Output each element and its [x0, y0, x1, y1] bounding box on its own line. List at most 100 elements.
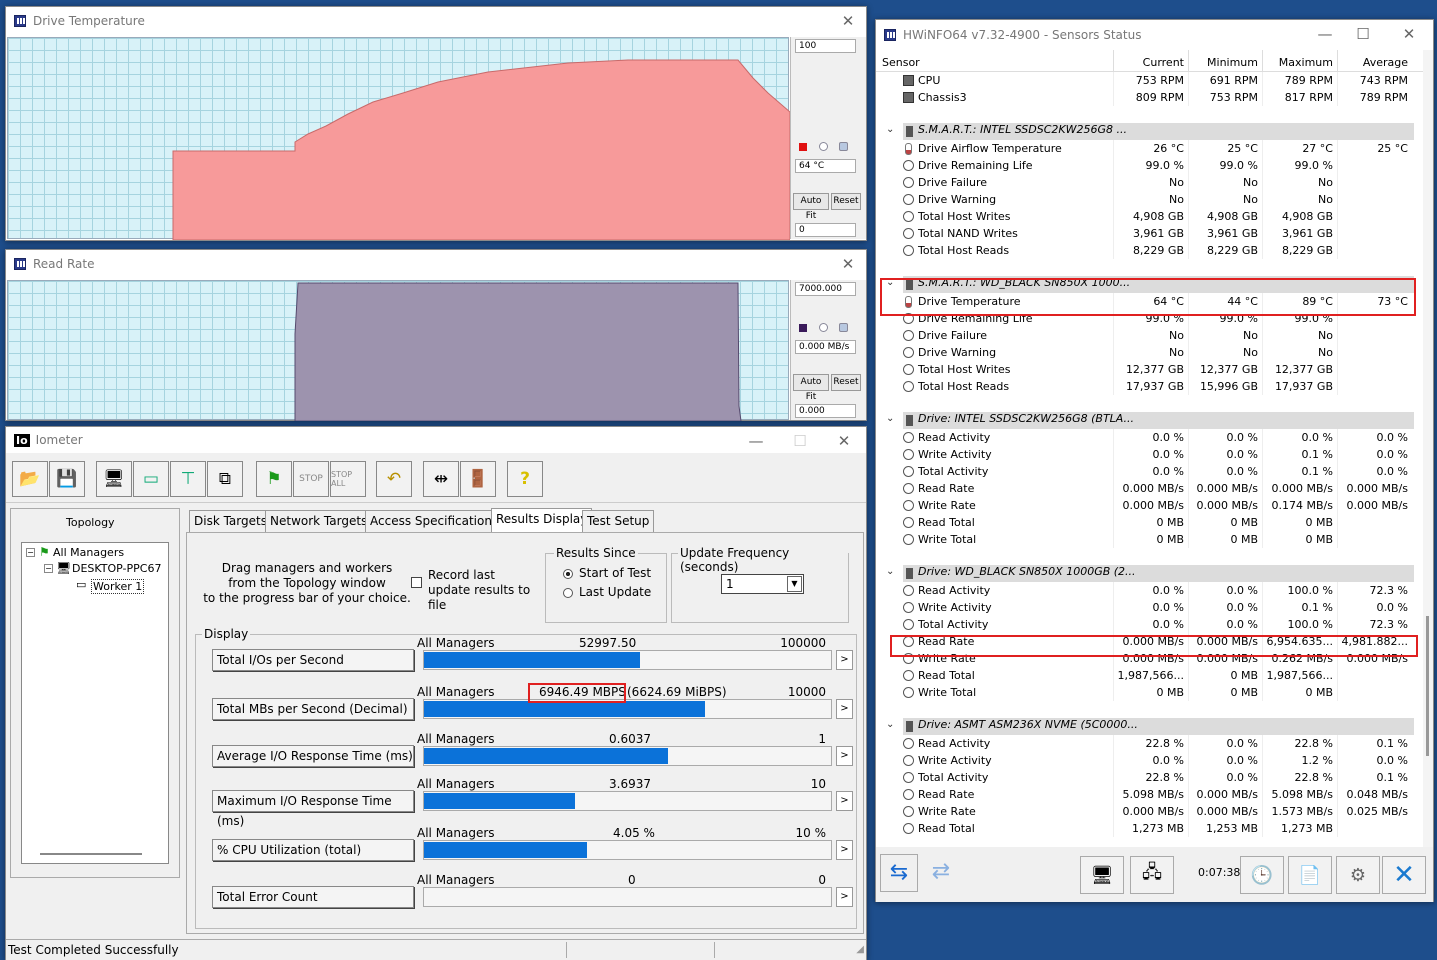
clock-icon[interactable]: 🕒 — [1240, 856, 1284, 894]
sensor-row[interactable]: Drive Warning No No No — [876, 344, 1423, 361]
tab-test-setup[interactable]: Test Setup — [582, 510, 655, 532]
column-maximum[interactable]: Maximum — [1261, 56, 1333, 69]
exit-icon[interactable]: 🚪 — [460, 461, 496, 497]
metric-bar[interactable] — [423, 699, 832, 719]
metric-bar[interactable] — [423, 840, 832, 860]
chevron-right-icon[interactable]: > — [836, 746, 853, 766]
sensor-row[interactable]: Read Activity 0.0 % 0.0 % 0.0 % 0.0 % — [876, 429, 1423, 446]
column-average[interactable]: Average — [1336, 56, 1408, 69]
close-icon[interactable]: ✕ — [1382, 856, 1426, 894]
sensor-row[interactable]: Total Host Reads 8,229 GB 8,229 GB 8,229 GB — [876, 242, 1423, 259]
chevron-down-icon[interactable]: ⌄ — [886, 566, 894, 577]
column-sensor[interactable]: Sensor — [882, 56, 920, 69]
maximize-button[interactable]: ☐ — [788, 429, 812, 453]
sensor-row[interactable]: Drive Warning No No No — [876, 191, 1423, 208]
tree-expand-icon[interactable]: − — [26, 548, 35, 557]
tree-item-manager[interactable]: DESKTOP-PPC67 — [72, 562, 161, 575]
toggle-square[interactable] — [839, 323, 848, 332]
sensor-row[interactable]: Write Total 0 MB 0 MB 0 MB — [876, 531, 1423, 548]
sensor-group-header[interactable]: ⌄ Drive: INTEL SSDSC2KW256G8 (BTLA... — [876, 412, 1423, 429]
save-icon[interactable]: 💾 — [49, 461, 85, 497]
title-bar[interactable]: HWiNFO64 v7.32-4900 - Sensors Status — [876, 20, 1433, 50]
scrollbar-thumb[interactable] — [1426, 616, 1429, 756]
metric-bar[interactable] — [423, 650, 832, 670]
chevron-down-icon[interactable]: ⌄ — [886, 719, 894, 730]
tab-network-targets[interactable]: Network Targets — [265, 510, 373, 532]
tab-results-display[interactable]: Results Display — [491, 508, 593, 532]
arrows-collapse-icon[interactable]: ⇄ — [922, 854, 960, 892]
sensor-group-header[interactable]: ⌄ Drive: ASMT ASM236X NVME (5C0000... — [876, 718, 1423, 735]
disconnect-icon[interactable]: ⇹ — [423, 461, 459, 497]
metric-button[interactable]: Total I/Os per Second — [212, 649, 414, 671]
sensor-row[interactable]: Total Host Reads 17,937 GB 15,996 GB 17,937… — [876, 378, 1423, 395]
sensor-row[interactable]: Write Rate 0.000 MB/s 0.000 MB/s 1.573 MB/s… — [876, 803, 1423, 820]
auto-fit-button[interactable]: Auto Fit — [793, 374, 829, 402]
metric-button[interactable]: Total MBs per Second (Decimal) — [212, 698, 414, 720]
color-swatch-red[interactable] — [799, 143, 807, 151]
metric-button[interactable]: % CPU Utilization (total) — [212, 839, 414, 861]
color-swatch-purple[interactable] — [799, 324, 807, 332]
sensor-row[interactable]: Read Rate 0.000 MB/s 0.000 MB/s 0.000 MB/s 0… — [876, 480, 1423, 497]
sensor-row[interactable]: Write Rate 0.000 MB/s 0.000 MB/s 0.174 MB/s… — [876, 497, 1423, 514]
stop-icon[interactable]: STOP — [293, 461, 329, 497]
stop-all-icon[interactable]: STOP ALL — [330, 461, 366, 497]
close-button[interactable]: ✕ — [836, 252, 860, 276]
sensor-row[interactable]: Drive Airflow Temperature 26 °C 25 °C 27 °C… — [876, 140, 1423, 157]
update-frequency-select[interactable]: 1 ▼ — [721, 574, 804, 594]
tab-disk-targets[interactable]: Disk Targets — [189, 510, 272, 532]
metric-button[interactable]: Average I/O Response Time (ms) — [212, 745, 414, 767]
toggle-circle[interactable] — [819, 323, 828, 332]
column-current[interactable]: Current — [1112, 56, 1184, 69]
radio-start-of-test[interactable] — [563, 569, 573, 579]
tab-access-specifications[interactable]: Access Specifications — [365, 510, 504, 532]
toggle-circle[interactable] — [819, 142, 828, 151]
sensor-row[interactable]: Read Activity 0.0 % 0.0 % 100.0 % 72.3 % — [876, 582, 1423, 599]
duplicate-worker-icon[interactable]: ⧉ — [207, 461, 243, 497]
sensor-row[interactable]: Total NAND Writes 3,961 GB 3,961 GB 3,961 G… — [876, 225, 1423, 242]
minimize-button[interactable]: — — [744, 429, 768, 453]
sensor-row[interactable]: Drive Failure No No No — [876, 174, 1423, 191]
close-button[interactable]: ✕ — [832, 429, 856, 453]
help-icon[interactable]: ? — [507, 461, 543, 497]
chevron-right-icon[interactable]: > — [836, 840, 853, 860]
maximize-button[interactable]: ☐ — [1351, 22, 1375, 46]
sensor-row[interactable]: Total Host Writes 4,908 GB 4,908 GB 4,908 G… — [876, 208, 1423, 225]
network-icon[interactable]: 🖧 — [1130, 856, 1174, 894]
metric-bar[interactable] — [423, 887, 832, 907]
tree-item-all-managers[interactable]: All Managers — [53, 546, 124, 559]
sensor-row[interactable]: Read Rate 5.098 MB/s 0.000 MB/s 5.098 MB/s 0… — [876, 786, 1423, 803]
close-button[interactable]: ✕ — [1397, 22, 1421, 46]
toggle-square[interactable] — [839, 142, 848, 151]
sensor-row[interactable]: Total Host Writes 12,377 GB 12,377 GB 12,37… — [876, 361, 1423, 378]
sensor-row[interactable]: Write Activity 0.0 % 0.0 % 0.1 % 0.0 % — [876, 599, 1423, 616]
reset-button[interactable]: Reset — [831, 193, 861, 210]
chevron-down-icon[interactable]: ▼ — [787, 576, 802, 592]
arrows-expand-icon[interactable]: ⇆ — [880, 854, 918, 892]
reset-workers-icon[interactable]: ↶ — [376, 461, 412, 497]
vertical-scrollbar[interactable] — [1423, 50, 1433, 847]
chevron-down-icon[interactable]: ⌄ — [886, 413, 894, 424]
sensor-row[interactable]: Read Total 1,273 MB 1,253 MB 1,273 MB — [876, 820, 1423, 837]
column-minimum[interactable]: Minimum — [1186, 56, 1258, 69]
tree-item-worker[interactable]: Worker 1 — [91, 579, 145, 594]
sensor-row[interactable]: Write Total 0 MB 0 MB 0 MB — [876, 684, 1423, 701]
reset-button[interactable]: Reset — [831, 374, 861, 391]
chevron-right-icon[interactable]: > — [836, 650, 853, 670]
start-test-icon[interactable]: ⚑ — [256, 461, 292, 497]
open-folder-icon[interactable]: 📂 — [12, 461, 48, 497]
start-display-icon[interactable]: 🖥 — [96, 461, 132, 497]
metric-bar[interactable] — [423, 746, 832, 766]
new-worker-icon[interactable]: ▭ — [133, 461, 169, 497]
auto-fit-button[interactable]: Auto Fit — [793, 193, 829, 221]
metric-button[interactable]: Maximum I/O Response Time (ms) — [212, 790, 414, 828]
report-icon[interactable]: 🖥 — [1080, 856, 1124, 894]
network-worker-icon[interactable]: ⊤ — [170, 461, 206, 497]
sensor-row[interactable]: Total Activity 0.0 % 0.0 % 0.1 % 0.0 % — [876, 463, 1423, 480]
title-bar[interactable]: Io Iometer — [6, 427, 866, 453]
sensor-row[interactable]: Write Activity 0.0 % 0.0 % 0.1 % 0.0 % — [876, 446, 1423, 463]
minimize-button[interactable]: — — [1313, 22, 1337, 46]
chevron-down-icon[interactable]: ⌄ — [886, 124, 894, 135]
sensor-row[interactable]: Read Activity 22.8 % 0.0 % 22.8 % 0.1 % — [876, 735, 1423, 752]
chevron-right-icon[interactable]: > — [836, 699, 853, 719]
chevron-right-icon[interactable]: > — [836, 887, 853, 907]
